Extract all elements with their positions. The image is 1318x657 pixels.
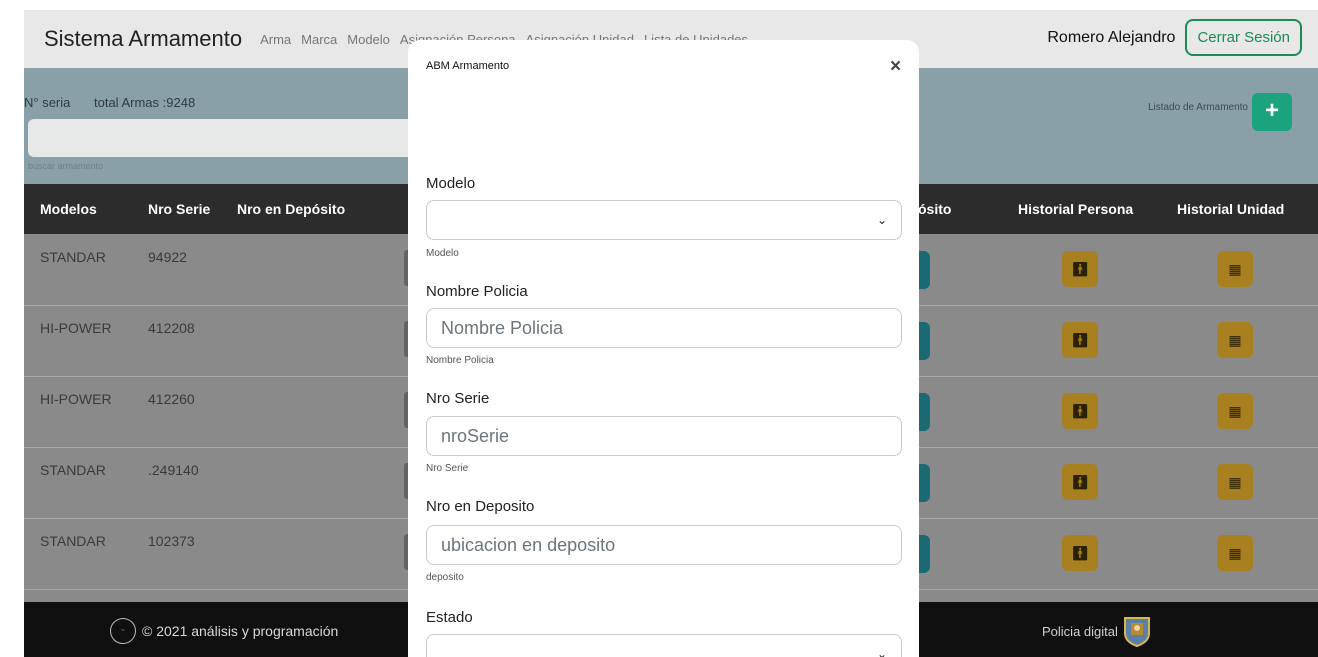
person-icon: 🚹︎	[1071, 545, 1089, 561]
unit-history-button[interactable]: ▦	[1217, 464, 1253, 500]
modelo-help: Modelo	[426, 248, 459, 259]
search-input[interactable]	[28, 119, 428, 157]
close-icon[interactable]: ×	[890, 56, 901, 78]
building-icon: ▦	[1228, 545, 1242, 561]
unit-history-button[interactable]: ▦	[1217, 251, 1253, 287]
user-name: Romero Alejandro	[1047, 28, 1176, 46]
modelo-select[interactable]: ⌄	[426, 200, 902, 240]
nro-deposito-input[interactable]: ubicacion en deposito	[426, 525, 902, 565]
person-history-button[interactable]: 🚹︎	[1062, 393, 1098, 429]
unit-history-button[interactable]: ▦	[1217, 322, 1253, 358]
nombre-policia-input[interactable]: Nombre Policia	[426, 308, 902, 348]
col-modelos: Modelos	[40, 201, 97, 217]
police-shield-icon	[1123, 617, 1150, 647]
cell-modelo: STANDAR	[40, 249, 106, 265]
col-historial-unidad: Historial Unidad	[1177, 201, 1285, 217]
cell-serie: 412260	[148, 391, 195, 407]
cell-serie: 412208	[148, 320, 195, 336]
nro-serie-placeholder: nroSerie	[441, 425, 510, 446]
logout-button[interactable]: Cerrar Sesión	[1185, 19, 1302, 56]
nombre-policia-help: Nombre Policia	[426, 355, 494, 366]
nro-deposito-label: Nro en Deposito	[426, 498, 535, 515]
chevron-down-icon: ⌄	[876, 647, 887, 657]
nro-deposito-help: deposito	[426, 572, 464, 583]
person-icon: 🚹︎	[1071, 261, 1089, 277]
cell-serie: .249140	[148, 462, 199, 478]
person-icon: 🚹︎	[1071, 474, 1089, 490]
estado-select[interactable]: ⌄	[426, 634, 902, 657]
footer-right: Policia digital	[1042, 615, 1152, 647]
building-icon: ▦	[1228, 261, 1242, 277]
chevron-down-icon: ⌄	[876, 213, 887, 227]
nro-serie-input[interactable]: nroSerie	[426, 416, 902, 456]
nro-serie-label: Nro Serie	[426, 390, 490, 407]
footer-left: ~ © 2021 análisis y programación	[110, 618, 338, 644]
total-weapons-label: total Armas :9248	[94, 95, 196, 110]
cell-modelo: STANDAR	[40, 462, 106, 478]
cell-serie: 94922	[148, 249, 187, 265]
nav-link-marca[interactable]: Marca	[301, 32, 337, 47]
footer-brand-text: Policia digital	[1042, 623, 1118, 639]
nro-deposito-placeholder: ubicacion en deposito	[441, 534, 616, 555]
company-logo-icon: ~	[110, 618, 136, 644]
person-history-button[interactable]: 🚹︎	[1062, 464, 1098, 500]
brand-title[interactable]: Sistema Armamento	[44, 26, 242, 52]
col-deposito: ósito	[918, 201, 952, 217]
cell-modelo: STANDAR	[40, 533, 106, 549]
serial-label: N° seria	[24, 95, 71, 110]
cell-serie: 102373	[148, 533, 195, 549]
person-icon: 🚹︎	[1071, 332, 1089, 348]
unit-history-button[interactable]: ▦	[1217, 393, 1253, 429]
cell-modelo: HI-POWER	[40, 391, 112, 407]
person-history-button[interactable]: 🚹︎	[1062, 251, 1098, 287]
modelo-label: Modelo	[426, 175, 476, 192]
abm-modal: ABM Armamento × Modelo ⌄ Modelo Nombre P…	[408, 40, 919, 657]
building-icon: ▦	[1228, 474, 1242, 490]
person-history-button[interactable]: 🚹︎	[1062, 535, 1098, 571]
modal-title: ABM Armamento	[426, 60, 510, 72]
building-icon: ▦	[1228, 403, 1242, 419]
col-nro-deposito: Nro en Depósito	[237, 201, 346, 217]
nombre-policia-label: Nombre Policia	[426, 283, 528, 300]
estado-label: Estado	[426, 609, 473, 626]
nombre-policia-placeholder: Nombre Policia	[441, 317, 564, 338]
col-nro-serie: Nro Serie	[148, 201, 211, 217]
footer-copyright: © 2021 análisis y programación	[142, 623, 339, 639]
search-hint: buscar armamento	[28, 161, 104, 171]
person-history-button[interactable]: 🚹︎	[1062, 322, 1098, 358]
building-icon: ▦	[1228, 332, 1242, 348]
nav-user-area: Romero Alejandro Cerrar Sesión	[1047, 19, 1302, 56]
top-strip	[0, 0, 1318, 10]
unit-history-button[interactable]: ▦	[1217, 535, 1253, 571]
col-historial-persona: Historial Persona	[1018, 201, 1134, 217]
cell-modelo: HI-POWER	[40, 320, 112, 336]
add-weapon-button[interactable]: +	[1252, 93, 1292, 131]
nav-link-modelo[interactable]: Modelo	[347, 32, 390, 47]
nav-link-arma[interactable]: Arma	[260, 32, 291, 47]
list-label: Listado de Armamento	[1147, 102, 1248, 113]
nro-serie-help: Nro Serie	[426, 463, 469, 474]
person-icon: 🚹︎	[1071, 403, 1089, 419]
